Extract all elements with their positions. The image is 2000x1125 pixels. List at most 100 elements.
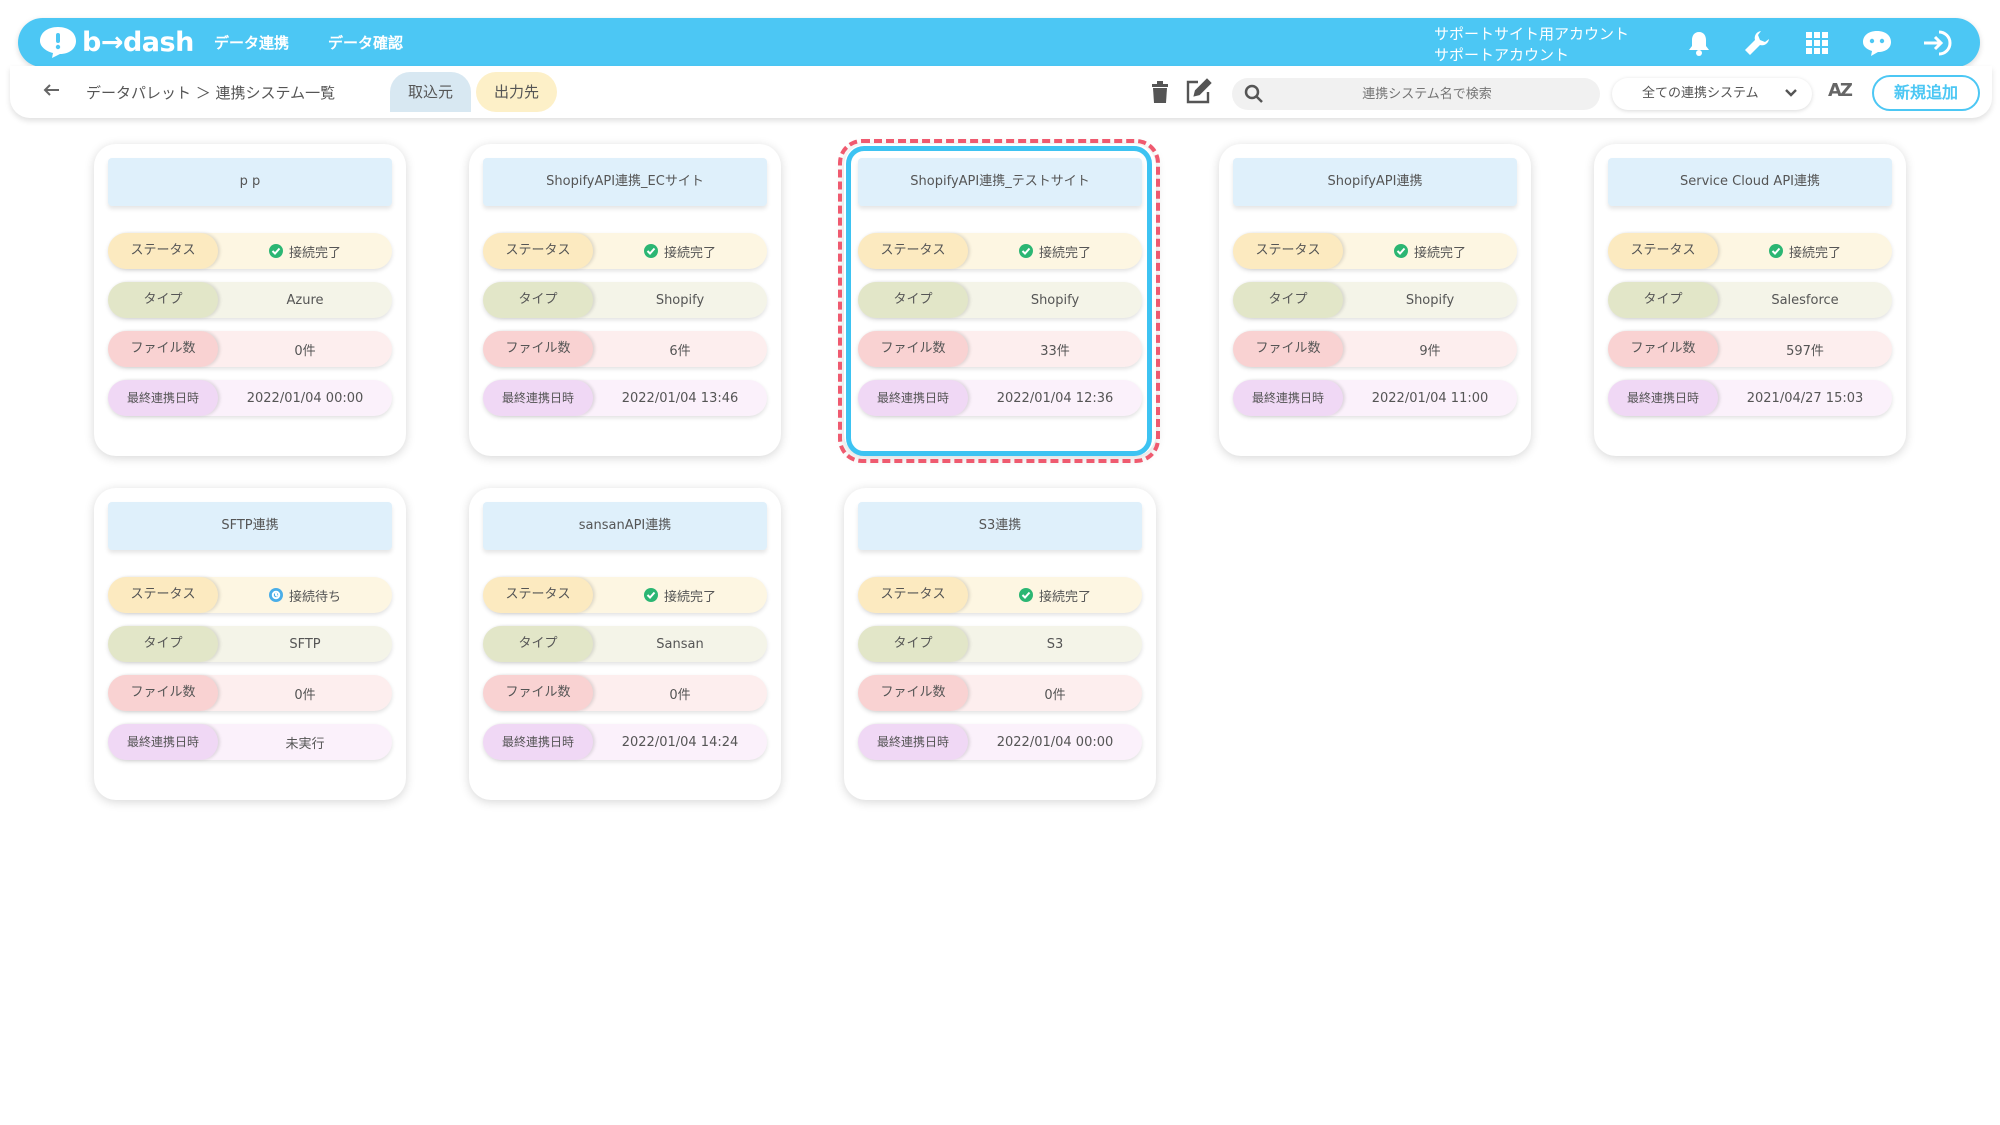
status-row: ステータス 接続完了	[108, 233, 392, 269]
file-count-row: ファイル数 0件	[108, 675, 392, 711]
status-value: 接続完了	[218, 242, 392, 261]
card-title: Service Cloud API連携	[1608, 158, 1892, 206]
last-run-row: 最終連携日時 2022/01/04 00:00	[858, 724, 1142, 760]
system-filter-select[interactable]: 全ての連携システム	[1612, 78, 1812, 110]
status-text: 接続完了	[663, 245, 716, 261]
status-label: ステータス	[1233, 233, 1343, 269]
integration-card[interactable]: ShopifyAPI連携 ステータス 接続完了 タイプ Shopify ファイル…	[1219, 144, 1531, 456]
last-run-value: 未実行	[285, 736, 325, 752]
apps-grid-icon[interactable]	[1800, 26, 1834, 60]
trash-icon[interactable]	[1146, 78, 1174, 106]
type-value: Shopify	[655, 292, 705, 308]
file-count-value: 0件	[669, 687, 691, 703]
status-row: ステータス 接続完了	[483, 577, 767, 613]
last-run-label: 最終連携日時	[483, 724, 593, 760]
type-row: タイプ Shopify	[1233, 282, 1517, 318]
check-circle-icon	[643, 244, 658, 258]
file-count-value: 597件	[1786, 343, 1824, 359]
last-run-value: 2022/01/04 13:46	[621, 390, 739, 406]
account-line-1: サポートサイト用アカウント	[1434, 25, 1630, 43]
type-label: タイプ	[858, 626, 968, 662]
nav-data-check[interactable]: データ確認	[328, 32, 403, 53]
check-circle-icon	[1018, 588, 1033, 602]
status-label: ステータス	[108, 233, 218, 269]
file-count-value: 6件	[669, 343, 691, 359]
file-count-label: ファイル数	[483, 331, 593, 367]
clock-circle-icon	[268, 588, 283, 602]
sort-az-icon[interactable]: AZ	[1828, 80, 1853, 101]
card-title: ShopifyAPI連携	[1233, 158, 1517, 206]
status-label: ステータス	[1608, 233, 1718, 269]
tab-import-source[interactable]: 取込元	[390, 72, 472, 112]
file-count-label: ファイル数	[108, 331, 218, 367]
integration-card[interactable]: p p ステータス 接続完了 タイプ Azure ファイル数 0件 最終連携日時	[94, 144, 406, 456]
status-text: 接続完了	[663, 589, 716, 605]
status-row: ステータス 接続完了	[483, 233, 767, 269]
integration-card[interactable]: S3連携 ステータス 接続完了 タイプ S3 ファイル数 0件 最終連携日時 2…	[844, 488, 1156, 800]
card-title: sansanAPI連携	[483, 502, 767, 550]
back-arrow-icon[interactable]	[42, 80, 62, 100]
status-row: ステータス 接続完了	[1233, 233, 1517, 269]
status-label: ステータス	[483, 577, 593, 613]
last-run-label: 最終連携日時	[858, 724, 968, 760]
type-row: タイプ Sansan	[483, 626, 767, 662]
status-text: 接続完了	[1413, 245, 1466, 261]
status-value: 接続完了	[593, 242, 767, 261]
chevron-down-icon	[1785, 89, 1797, 97]
last-run-row: 最終連携日時 2021/04/27 15:03	[1608, 380, 1892, 416]
bell-icon[interactable]	[1682, 26, 1716, 60]
new-add-button[interactable]: 新規追加	[1872, 75, 1980, 111]
status-row: ステータス 接続完了	[858, 577, 1142, 613]
type-value: SFTP	[289, 636, 321, 652]
type-row: タイプ Azure	[108, 282, 392, 318]
last-run-value: 2022/01/04 00:00	[996, 734, 1114, 750]
file-count-label: ファイル数	[108, 675, 218, 711]
type-label: タイプ	[483, 282, 593, 318]
type-row: タイプ SFTP	[108, 626, 392, 662]
file-count-row: ファイル数 0件	[108, 331, 392, 367]
integration-card[interactable]: ShopifyAPI連携_ECサイト ステータス 接続完了 タイプ Shopif…	[469, 144, 781, 456]
logo-bubble-icon	[40, 27, 76, 58]
integration-card[interactable]: SFTP連携 ステータス 接続待ち タイプ SFTP ファイル数 0件 最終連携	[94, 488, 406, 800]
account-info[interactable]: サポートサイト用アカウント サポートアカウント	[1434, 24, 1629, 66]
status-row: ステータス 接続待ち	[108, 577, 392, 613]
last-run-row: 最終連携日時 未実行	[108, 724, 392, 760]
last-run-row: 最終連携日時 2022/01/04 14:24	[483, 724, 767, 760]
last-run-value: 2021/04/27 15:03	[1746, 390, 1864, 406]
logo[interactable]: b→dash	[38, 24, 194, 60]
search-input[interactable]	[1272, 78, 1582, 110]
check-circle-icon	[268, 244, 283, 258]
status-value: 接続完了	[968, 586, 1142, 605]
last-run-value: 2022/01/04 11:00	[1371, 390, 1489, 406]
status-text: 接続完了	[1788, 245, 1841, 261]
filter-selected-value: 全ての連携システム	[1642, 86, 1759, 101]
card-title: S3連携	[858, 502, 1142, 550]
type-row: タイプ Salesforce	[1608, 282, 1892, 318]
last-run-label: 最終連携日時	[108, 380, 218, 416]
file-count-row: ファイル数 0件	[858, 675, 1142, 711]
type-value: Sansan	[656, 636, 704, 652]
nav-data-integration[interactable]: データ連携	[214, 32, 289, 53]
type-value: Shopify	[1405, 292, 1455, 308]
tab-export-destination[interactable]: 出力先	[476, 72, 558, 112]
type-value: S3	[1046, 636, 1064, 652]
status-value: 接続完了	[1343, 242, 1517, 261]
top-bar: b→dash データ連携 データ確認 サポートサイト用アカウント サポートアカウ…	[18, 18, 1980, 67]
type-value: Azure	[286, 292, 324, 308]
highlight-dashed-frame	[838, 139, 1160, 463]
file-count-row: ファイル数 6件	[483, 331, 767, 367]
edit-icon[interactable]	[1184, 78, 1212, 106]
chat-bot-icon[interactable]	[1860, 26, 1894, 60]
wrench-icon[interactable]	[1740, 26, 1774, 60]
integration-card[interactable]: sansanAPI連携 ステータス 接続完了 タイプ Sansan ファイル数 …	[469, 488, 781, 800]
integration-card[interactable]: Service Cloud API連携 ステータス 接続完了 タイプ Sales…	[1594, 144, 1906, 456]
type-label: タイプ	[483, 626, 593, 662]
type-label: タイプ	[1233, 282, 1343, 318]
last-run-row: 最終連携日時 2022/01/04 13:46	[483, 380, 767, 416]
last-run-label: 最終連携日時	[108, 724, 218, 760]
file-count-label: ファイル数	[483, 675, 593, 711]
logout-icon[interactable]	[1920, 26, 1954, 60]
search-box[interactable]	[1232, 78, 1600, 110]
last-run-value: 2022/01/04 00:00	[246, 390, 364, 406]
last-run-label: 最終連携日時	[1608, 380, 1718, 416]
